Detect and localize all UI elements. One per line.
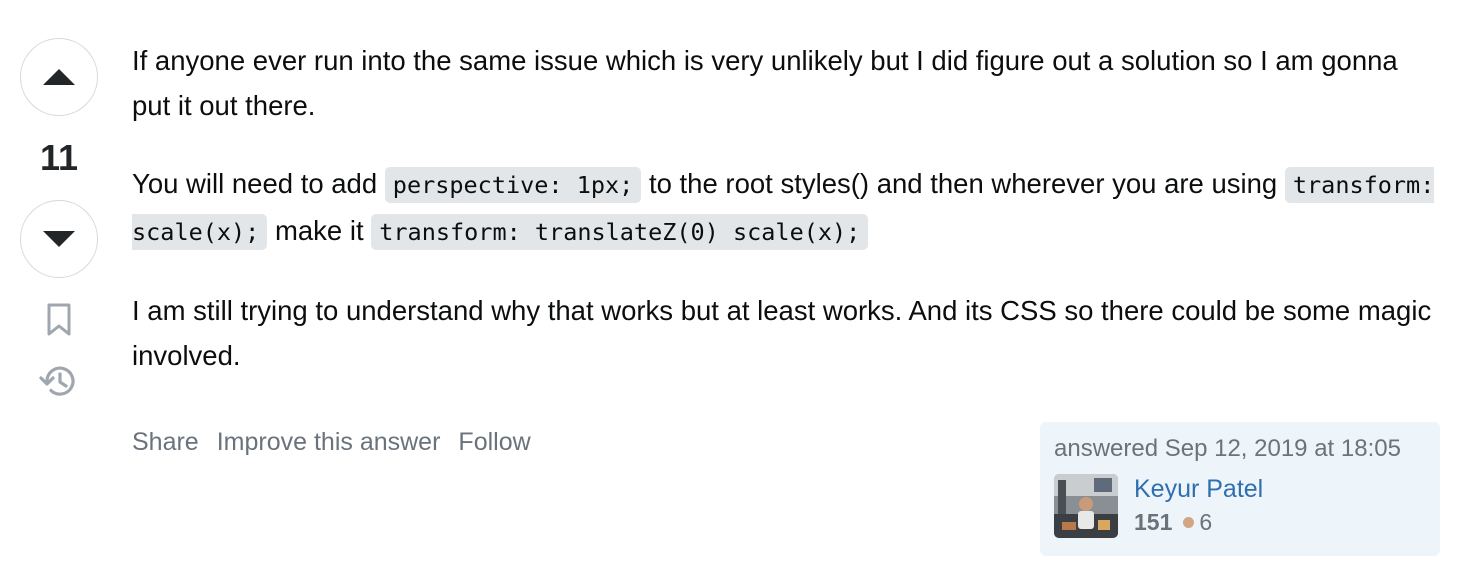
arrow-up-icon: [43, 69, 75, 85]
user-reputation: 151 6: [1134, 508, 1263, 536]
arrow-down-icon: [43, 231, 75, 247]
answer-text: to the root styles() and then wherever y…: [641, 168, 1285, 199]
answered-timestamp: answered Sep 12, 2019 at 18:05: [1054, 435, 1401, 462]
bronze-badge-count: 6: [1199, 509, 1213, 535]
answer-paragraph: If anyone ever run into the same issue w…: [132, 45, 1398, 121]
vote-count: 11: [39, 137, 79, 178]
user-info: Keyur Patel 151 6: [1054, 474, 1426, 538]
downvote-button[interactable]: [20, 200, 98, 278]
answer-paragraph: You will need to add perspective: 1px; t…: [132, 161, 1442, 255]
answer-body: If anyone ever run into the same issue w…: [132, 38, 1442, 411]
user-name-link[interactable]: Keyur Patel: [1134, 474, 1263, 504]
bookmark-button[interactable]: [39, 300, 79, 340]
improve-answer-link[interactable]: Improve this answer: [217, 428, 441, 457]
answer-text: make it: [267, 215, 372, 246]
user-details: Keyur Patel 151 6: [1134, 474, 1263, 538]
share-link[interactable]: Share: [132, 428, 199, 457]
answer-text: You will need to add: [132, 168, 385, 199]
history-icon: [39, 366, 75, 396]
follow-link[interactable]: Follow: [458, 428, 530, 457]
user-card: answered Sep 12, 2019 at 18:05 Keyur Pat…: [1040, 422, 1440, 556]
bronze-badge-icon: [1183, 516, 1195, 528]
avatar[interactable]: [1054, 474, 1118, 538]
reputation-score: 151: [1134, 509, 1173, 535]
inline-code: perspective: 1px;: [384, 167, 642, 203]
inline-code: transform: translateZ(0) scale(x);: [371, 214, 869, 250]
post-menu: Share Improve this answer Follow: [132, 428, 531, 457]
answer-paragraph: I am still trying to understand why that…: [132, 295, 1432, 371]
timeline-button[interactable]: [39, 361, 79, 401]
bookmark-icon: [47, 303, 71, 336]
upvote-button[interactable]: [20, 38, 98, 116]
vote-column: 11: [18, 38, 100, 401]
